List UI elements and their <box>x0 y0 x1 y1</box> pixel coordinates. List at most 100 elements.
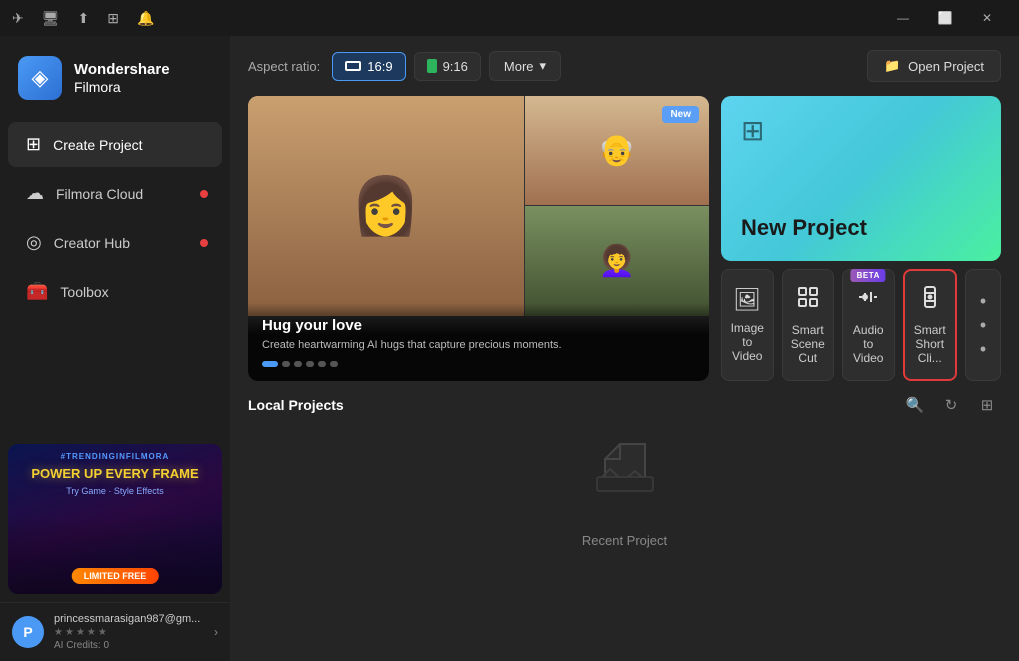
aspect-ratio-label: Aspect ratio: <box>248 59 320 74</box>
quick-actions-row: 🖼 Image to Video <box>721 269 1001 381</box>
sidebar-item-label: Create Project <box>53 137 142 153</box>
main-content: ⊞ New Project 🖼 Image to Video <box>230 96 1019 661</box>
grid-icon[interactable]: ⊞ <box>107 10 119 27</box>
star-5: ★ <box>98 627 107 638</box>
minimize-button[interactable]: — <box>883 4 923 32</box>
open-project-button[interactable]: 📁 Open Project <box>867 50 1001 82</box>
quick-action-label: Image to Video <box>730 321 765 363</box>
titlebar-icons: ✈ 🖥 ⬆ ⊞ 🔔 <box>12 10 154 27</box>
titlebar-controls: — ⬜ ✕ <box>883 4 1007 32</box>
toolbox-icon: 🧰 <box>26 281 48 302</box>
promo-title: Hug your love <box>262 317 695 334</box>
sidebar-item-label: Filmora Cloud <box>56 186 143 202</box>
user-info: princessmarasigan987@gm... ★ ★ ★ ★ ★ AI … <box>54 613 204 651</box>
add-icon: ⊞ <box>741 114 764 147</box>
promo-dot-6 <box>330 361 338 367</box>
user-area[interactable]: P princessmarasigan987@gm... ★ ★ ★ ★ ★ A… <box>0 602 230 661</box>
new-badge: New <box>662 106 699 123</box>
more-label: More <box>504 59 534 74</box>
star-3: ★ <box>76 627 85 638</box>
new-project-card[interactable]: ⊞ New Project <box>721 96 1001 261</box>
close-button[interactable]: ✕ <box>967 4 1007 32</box>
toolbar: Aspect ratio: 16:9 9:16 More ▾ 📁 Open Pr… <box>230 36 1019 96</box>
monitor-icon[interactable]: 🖥 <box>42 10 60 27</box>
aspect-9-16-icon <box>427 59 437 73</box>
promo-content: Hug your love Create heartwarming AI hug… <box>248 303 709 381</box>
quick-action-smart-short-clip[interactable]: Smart Short Cli... <box>903 269 958 381</box>
beta-badge: BETA <box>851 269 886 282</box>
aspect-16-9-icon <box>345 61 361 71</box>
dots-icon-2: • <box>980 315 986 336</box>
refresh-button[interactable]: ↻ <box>937 391 965 419</box>
chevron-down-icon: ▾ <box>540 58 547 74</box>
folder-icon: 📁 <box>884 58 900 74</box>
create-project-icon: ⊞ <box>26 134 41 155</box>
app-name: Wondershare Filmora <box>74 61 170 96</box>
logo-area: ◈ Wondershare Filmora <box>0 44 230 120</box>
promo-dot-4 <box>306 361 314 367</box>
audio-to-video-icon <box>856 285 880 315</box>
promo-description: Create heartwarming AI hugs that capture… <box>262 338 695 353</box>
quick-action-audio-to-video[interactable]: BETA Audio to Video <box>842 269 895 381</box>
sidebar-item-filmora-cloud[interactable]: ☁ Filmora Cloud <box>8 171 222 216</box>
quick-action-label: Smart Scene Cut <box>791 323 826 365</box>
banner-title: POWER UP EVERY FRAME <box>18 466 212 482</box>
share-icon[interactable]: ✈ <box>12 10 24 27</box>
empty-text: Recent Project <box>582 533 667 548</box>
section-header: Local Projects 🔍 ↻ ⊞ <box>248 391 1001 419</box>
aspect-9-16-button[interactable]: 9:16 <box>414 52 481 81</box>
local-projects-section: Local Projects 🔍 ↻ ⊞ <box>248 391 1001 548</box>
section-actions: 🔍 ↻ ⊞ <box>901 391 1001 419</box>
search-button[interactable]: 🔍 <box>901 391 929 419</box>
bell-icon[interactable]: 🔔 <box>137 10 154 27</box>
banner-hashtag: #TRENDINGINFILMORA <box>8 452 222 461</box>
more-button[interactable]: More ▾ <box>489 51 561 81</box>
upload-icon[interactable]: ⬆ <box>78 10 90 27</box>
banner-badge: LIMITED FREE <box>72 568 159 584</box>
smart-scene-cut-icon <box>796 285 820 315</box>
promo-dot-3 <box>294 361 302 367</box>
promo-dots <box>262 361 695 367</box>
aspect-9-16-label: 9:16 <box>443 59 468 74</box>
grid-view-button[interactable]: ⊞ <box>973 391 1001 419</box>
sidebar-banner[interactable]: #TRENDINGINFILMORA POWER UP EVERY FRAME … <box>8 444 222 594</box>
cloud-icon: ☁ <box>26 183 44 204</box>
sidebar: ◈ Wondershare Filmora ⊞ Create Project ☁… <box>0 36 230 661</box>
avatar: P <box>12 616 44 648</box>
quick-action-label: Audio to Video <box>851 323 886 365</box>
open-project-label: Open Project <box>908 59 984 74</box>
empty-state: Recent Project <box>248 429 1001 548</box>
user-email: princessmarasigan987@gm... <box>54 613 204 625</box>
dots-icon-3: • <box>980 339 986 360</box>
user-arrow-icon: › <box>214 625 218 639</box>
section-title: Local Projects <box>248 397 344 413</box>
aspect-16-9-label: 16:9 <box>367 59 392 74</box>
sidebar-item-create-project[interactable]: ⊞ Create Project <box>8 122 222 167</box>
promo-dot-5 <box>318 361 326 367</box>
quick-action-smart-scene-cut[interactable]: Smart Scene Cut <box>782 269 835 381</box>
sidebar-item-creator-hub[interactable]: ◎ Creator Hub <box>8 220 222 265</box>
smart-short-clip-icon <box>918 285 942 315</box>
ai-credits: AI Credits: 0 <box>54 640 204 651</box>
creator-hub-badge <box>200 239 208 247</box>
sidebar-item-toolbox[interactable]: 🧰 Toolbox <box>8 269 222 314</box>
creator-hub-icon: ◎ <box>26 232 42 253</box>
aspect-16-9-button[interactable]: 16:9 <box>332 52 405 81</box>
promo-card[interactable]: 👩 👴 👩‍🦱 New Hug your love Create heartwa… <box>248 96 709 381</box>
star-row: ★ ★ ★ ★ ★ <box>54 627 204 638</box>
cloud-badge <box>200 190 208 198</box>
app-body: ◈ Wondershare Filmora ⊞ Create Project ☁… <box>0 36 1019 661</box>
quick-action-image-to-video[interactable]: 🖼 Image to Video <box>721 269 774 381</box>
empty-box-icon <box>585 429 665 523</box>
sidebar-item-label: Toolbox <box>60 284 108 300</box>
maximize-button[interactable]: ⬜ <box>925 4 965 32</box>
dots-icon: • <box>980 291 986 312</box>
more-actions-button[interactable]: • • • <box>965 269 1001 381</box>
face-main: 👩 <box>248 96 525 316</box>
star-4: ★ <box>87 627 96 638</box>
promo-dot-2 <box>282 361 290 367</box>
promo-dot-1 <box>262 361 278 367</box>
sidebar-item-label: Creator Hub <box>54 235 130 251</box>
product-name: Filmora <box>74 79 170 96</box>
promo-faces: 👩 👴 👩‍🦱 New <box>248 96 709 316</box>
